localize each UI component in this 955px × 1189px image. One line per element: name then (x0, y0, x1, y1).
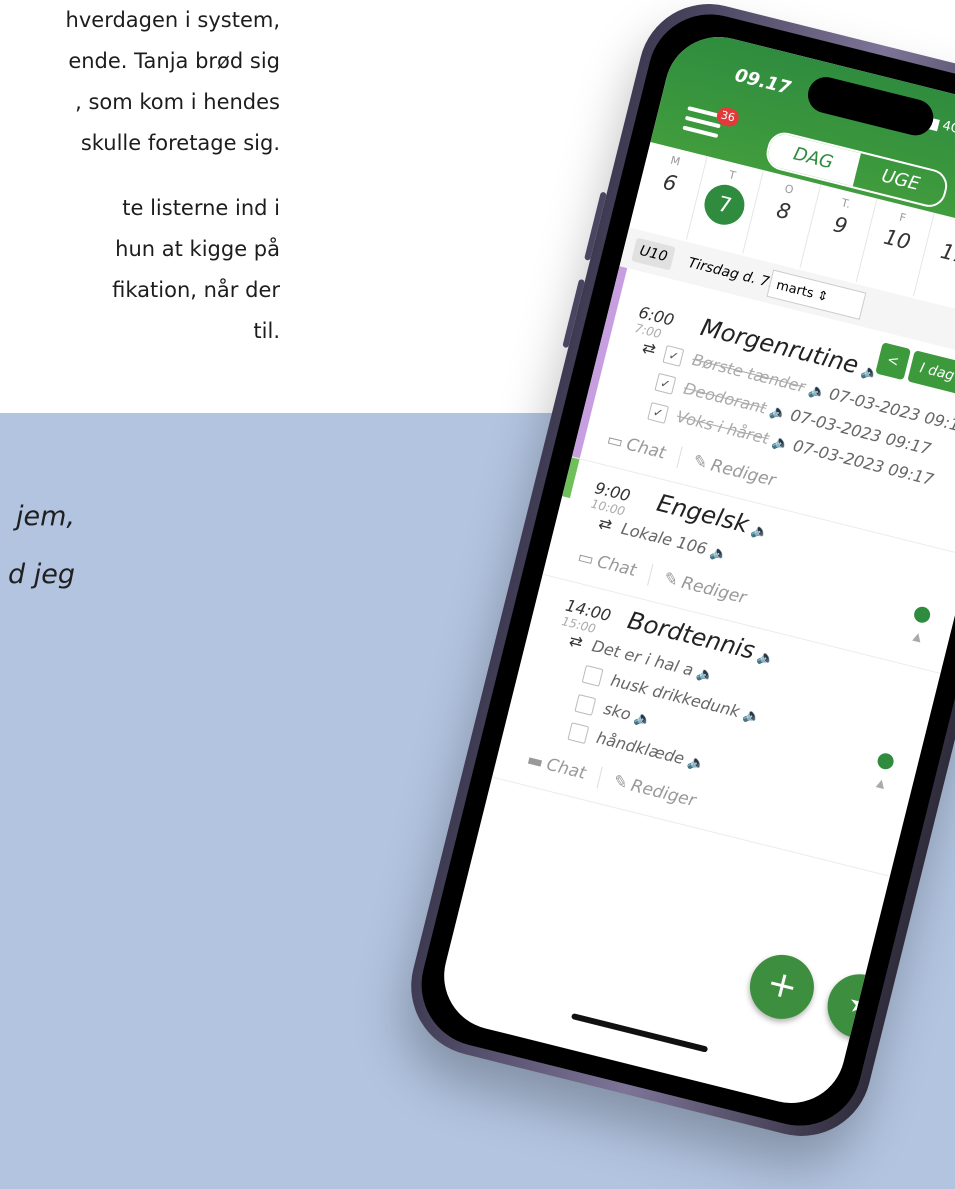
chat-icon: ▭ (575, 546, 597, 570)
edit-button[interactable]: ✎Rediger (691, 451, 778, 491)
day-number: 7 (700, 180, 750, 230)
divider (676, 446, 683, 468)
bg-text-line: te listerne ind i (122, 196, 280, 220)
chat-button[interactable]: ▭Chat (576, 547, 639, 581)
speaker-icon[interactable]: 🔈 (768, 403, 789, 423)
bg-text-line: hun at kigge på (115, 237, 280, 261)
divider (647, 563, 654, 586)
home-indicator (570, 1012, 709, 1053)
chat-icon: ▭ (604, 429, 626, 453)
quote-line: d jeg (8, 559, 75, 590)
edit-button[interactable]: ✎Rediger (662, 568, 749, 608)
divider (596, 766, 603, 789)
day-number: 11 (938, 238, 955, 269)
chat-label: Chat (624, 434, 668, 464)
bg-text-line: ende. Tanja brød sig (68, 49, 280, 73)
status-time: 09.17 (732, 64, 793, 99)
speaker-icon[interactable]: 🔈 (770, 434, 791, 454)
checkbox[interactable] (567, 722, 590, 745)
speaker-icon[interactable]: 🔈 (755, 648, 776, 668)
chat-button[interactable]: ▬Chat (525, 750, 588, 784)
quote-line: jem, (16, 501, 75, 532)
repeat-icon: ⇄ (596, 512, 615, 535)
edit-icon: ✎ (691, 450, 710, 474)
edit-button[interactable]: ✎Rediger (611, 771, 698, 811)
speaker-icon[interactable]: 🔈 (632, 709, 653, 729)
speaker-icon[interactable]: 🔈 (708, 543, 729, 563)
checkbox[interactable] (581, 664, 604, 687)
chat-label: Chat (544, 754, 588, 784)
background-text: hverdagen i system, ende. Tanja brød sig… (0, 0, 280, 352)
speaker-icon[interactable]: 🔈 (741, 706, 762, 726)
menu-icon-line (682, 125, 719, 139)
speaker-icon[interactable]: 🔈 (749, 522, 770, 542)
checklist-text: sko (601, 698, 633, 724)
add-button[interactable]: + (743, 948, 821, 1026)
chat-label: Chat (595, 551, 639, 581)
quote-text: jem, d jeg (0, 488, 75, 604)
month-value: marts (774, 277, 816, 302)
bg-text-line: hverdagen i system, (65, 8, 280, 32)
prev-day-button[interactable]: < (874, 342, 912, 381)
dynamic-island (804, 73, 938, 140)
speaker-icon[interactable]: 🔈 (695, 665, 716, 685)
bg-text-line: , som kom i hendes (75, 90, 280, 114)
edit-label: Rediger (679, 572, 749, 608)
checkbox[interactable] (574, 693, 597, 716)
checkbox[interactable]: ✓ (647, 401, 670, 424)
select-arrows-icon: ⇕ (815, 288, 830, 306)
menu-button[interactable]: 36 (681, 105, 741, 144)
week-label: U10 (631, 237, 676, 271)
chat-button[interactable]: ▭Chat (605, 429, 668, 463)
edit-label: Rediger (708, 455, 778, 491)
bg-text-line: fikation, når der (112, 278, 280, 302)
bg-text-line: skulle foretage sig. (80, 131, 280, 155)
bg-text-line: til. (253, 319, 280, 343)
checkbox[interactable]: ✓ (662, 344, 685, 367)
repeat-icon: ⇄ (567, 630, 586, 652)
event-color-bar (562, 456, 580, 498)
network-label: 4G (940, 118, 955, 138)
repeat-icon: ⇄ (640, 337, 658, 360)
edit-icon: ✎ (661, 568, 681, 591)
edit-label: Rediger (628, 775, 698, 812)
chat-icon: ▬ (524, 749, 546, 774)
speaker-icon[interactable]: 🔈 (686, 753, 707, 773)
edit-icon: ✎ (611, 771, 630, 795)
checkbox[interactable]: ✓ (654, 372, 677, 395)
speaker-icon[interactable]: 🔈 (807, 382, 828, 402)
